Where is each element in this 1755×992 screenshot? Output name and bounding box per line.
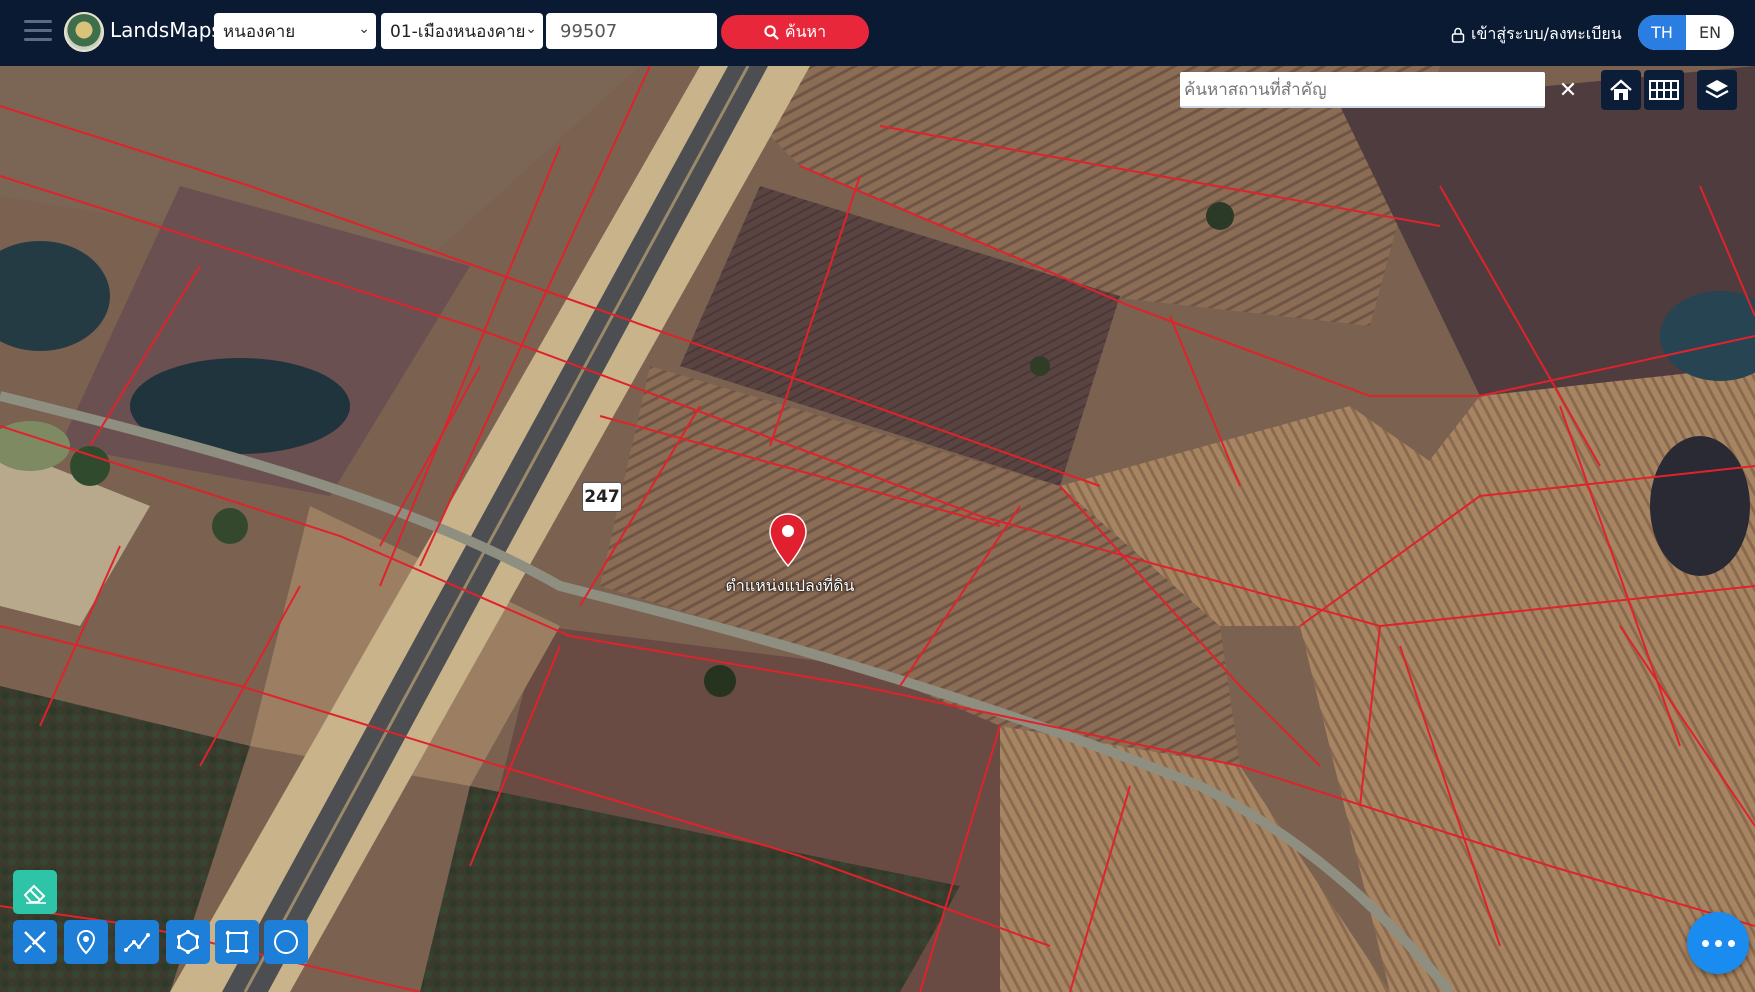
province-select[interactable]: หนองคาย ⌄ [214, 13, 376, 49]
department-logo [64, 12, 104, 52]
rectangle-icon[interactable] [215, 920, 259, 964]
map-canvas[interactable]: 247 ตำแหน่งแปลงที่ดิน [0, 66, 1755, 992]
polygon-icon[interactable] [166, 920, 210, 964]
layers-icon[interactable] [1697, 70, 1737, 110]
parcel-location-marker-icon[interactable] [768, 512, 808, 568]
province-select-value: หนองคาย [223, 21, 296, 42]
lang-en-button[interactable]: EN [1686, 15, 1734, 50]
eraser-icon[interactable] [13, 870, 57, 914]
grid-icon[interactable] [1644, 70, 1684, 110]
more-options-button[interactable] [1687, 912, 1749, 974]
place-search-input[interactable]: ค้นหาสถานที่สำคัญ [1180, 72, 1545, 108]
more-icon [1701, 939, 1709, 947]
top-navigation-bar: LandsMaps หนองคาย ⌄ 01-เมืองหนองคาย ⌄ 99… [0, 0, 1755, 66]
language-toggle: TH EN [1638, 15, 1734, 50]
polyline-icon[interactable] [115, 920, 159, 964]
more-icon-dot [1714, 939, 1722, 947]
chevron-down-icon: ⌄ [525, 21, 537, 37]
search-button[interactable]: ค้นหา [721, 15, 869, 49]
district-select[interactable]: 01-เมืองหนองคาย ⌄ [381, 13, 543, 49]
parcel-location-label: ตำแหน่งแปลงที่ดิน [725, 576, 855, 595]
close-icon[interactable]: ✕ [1551, 74, 1585, 106]
district-select-value: 01-เมืองหนองคาย [390, 21, 526, 42]
route-number-shield: 247 [582, 482, 622, 512]
brand-name: LandsMaps [110, 18, 222, 42]
login-link[interactable]: เข้าสู่ระบบ/ลงทะเบียน [1451, 22, 1622, 47]
home-icon[interactable] [1601, 70, 1641, 110]
chevron-down-icon: ⌄ [358, 21, 370, 37]
menu-icon[interactable] [24, 20, 52, 44]
search-button-label: ค้นหา [784, 21, 827, 41]
marker-icon[interactable] [64, 920, 108, 964]
circle-icon[interactable] [264, 920, 308, 964]
lock-icon [1451, 27, 1465, 43]
more-icon-dot [1727, 939, 1735, 947]
satellite-imagery [0, 66, 1755, 992]
parcel-number-input[interactable]: 99507 [546, 13, 717, 49]
measure-icon[interactable] [13, 920, 57, 964]
search-icon [764, 24, 779, 40]
lang-th-button[interactable]: TH [1638, 15, 1686, 50]
login-label: เข้าสู่ระบบ/ลงทะเบียน [1471, 24, 1622, 43]
